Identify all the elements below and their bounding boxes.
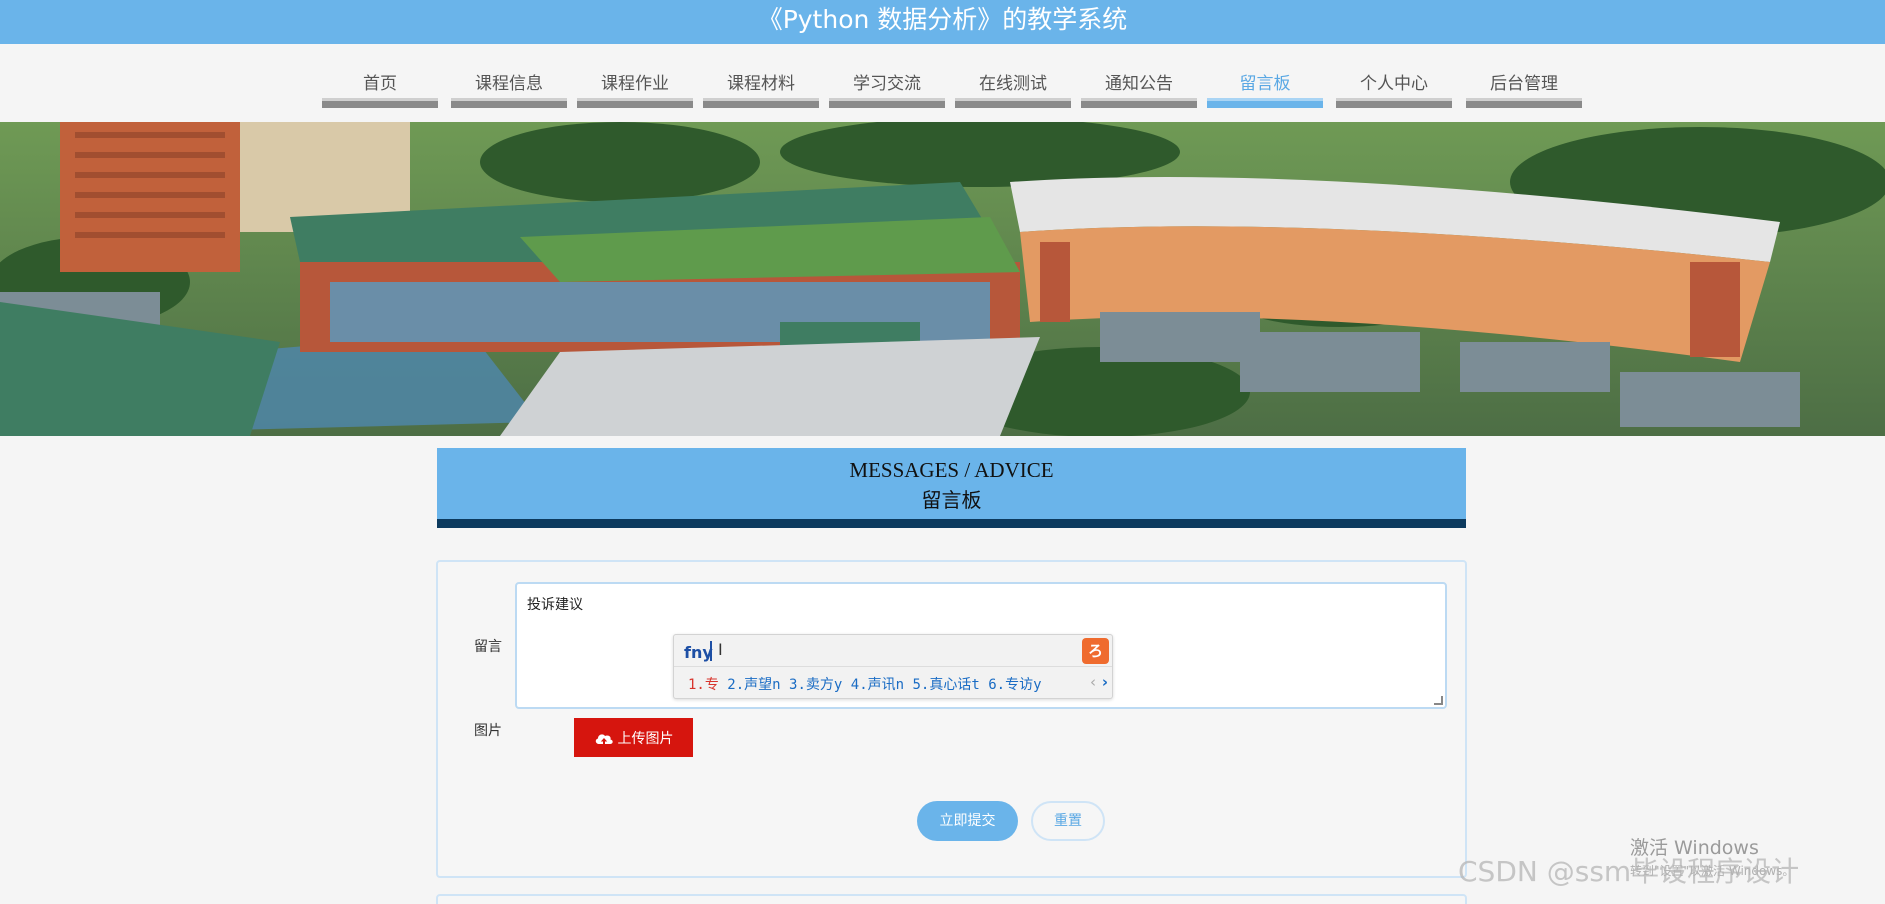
ime-candidate-window: fny I ろ 1.专 2.声望n 3.卖方y 4.声讯n 5.真心话t 6.专… [673,634,1113,699]
nav-item-label: 留言板 [1239,74,1291,94]
ime-candidate-list: 1.专 2.声望n 3.卖方y 4.声讯n 5.真心话t 6.专访y [688,674,1042,694]
message-textarea[interactable]: 投诉建议 fny I ろ 1.专 2.声望n 3.卖方y 4.声讯n 5.真心话… [515,582,1447,709]
section-title-cn: 留言板 [921,490,982,512]
ime-composition: fny [684,643,713,662]
nav-item-underline [322,98,438,108]
nav-item-label: 首页 [363,74,397,94]
nav-item-label: 个人中心 [1360,74,1428,94]
nav-item-label: 课程材料 [727,74,795,94]
nav-item-underline [577,98,693,108]
nav-item-study-exchange[interactable]: 学习交流 [829,44,945,122]
nav-item-underline [1466,98,1582,108]
upload-image-label: 上传图片 [617,729,674,746]
ime-prev-page-icon[interactable]: ‹ [1090,673,1096,691]
nav-item-personal-center[interactable]: 个人中心 [1336,44,1452,122]
text-cursor-icon: I [718,640,723,659]
nav-item-label: 在线测试 [979,74,1047,94]
nav-item-label: 学习交流 [853,74,921,94]
cloud-upload-icon [595,733,613,745]
ime-logo-icon[interactable]: ろ [1082,638,1109,664]
nav-item-label: 课程作业 [601,74,669,94]
ime-candidate[interactable]: 1.专 [688,677,719,693]
nav-item-message-board[interactable]: 留言板 [1207,44,1323,122]
nav-item-admin[interactable]: 后台管理 [1466,44,1582,122]
ime-candidate[interactable]: 2.声望n [727,677,780,693]
section-title-en: MESSAGES / ADVICE [849,458,1054,482]
nav-item-course-materials[interactable]: 课程材料 [703,44,819,122]
nav-item-underline [451,98,567,108]
nav-item-label: 通知公告 [1105,74,1173,94]
message-label: 留言 [474,639,502,655]
nav-item-announcements[interactable]: 通知公告 [1081,44,1197,122]
nav-item-course-homework[interactable]: 课程作业 [577,44,693,122]
upload-image-button[interactable]: 上传图片 [574,718,693,757]
message-list-card [436,894,1467,904]
nav-item-underline [703,98,819,108]
main-nav: 首页 课程信息 课程作业 课程材料 学习交流 在线测试 通知公告 留言板 个人中… [0,44,1885,122]
nav-item-home[interactable]: 首页 [322,44,438,122]
reset-button[interactable]: 重置 [1031,801,1105,841]
nav-item-label: 课程信息 [475,74,543,94]
campus-banner-image [0,122,1885,436]
nav-item-underline [1081,98,1197,108]
submit-button[interactable]: 立即提交 [917,801,1018,841]
header-bar: 《Python 数据分析》的教学系统 [0,0,1885,44]
text-caret [710,641,712,661]
ime-candidate[interactable]: 3.卖方y [789,677,842,693]
image-label: 图片 [474,723,502,739]
nav-item-online-test[interactable]: 在线测试 [955,44,1071,122]
ime-candidate[interactable]: 5.真心话t [913,677,980,693]
ime-candidate[interactable]: 6.专访y [988,677,1041,693]
nav-item-underline [829,98,945,108]
resize-handle[interactable] [1434,696,1443,705]
nav-item-underline [955,98,1071,108]
site-title: 《Python 数据分析》的教学系统 [757,5,1128,34]
message-value: 投诉建议 [527,597,583,613]
nav-item-underline [1207,98,1323,108]
ime-candidate[interactable]: 4.声讯n [851,677,904,693]
ime-next-page-icon[interactable]: › [1102,673,1108,691]
nav-item-underline [1336,98,1452,108]
section-header: MESSAGES / ADVICE 留言板 [437,448,1466,528]
nav-item-course-info[interactable]: 课程信息 [451,44,567,122]
message-form: 留言 投诉建议 fny I ろ 1.专 2.声望n 3.卖方y 4.声讯n 5.… [436,560,1467,878]
csdn-watermark: CSDN @ssm毕设程序设计 [1458,855,1800,888]
ime-divider [674,666,1112,667]
nav-item-label: 后台管理 [1490,74,1558,94]
